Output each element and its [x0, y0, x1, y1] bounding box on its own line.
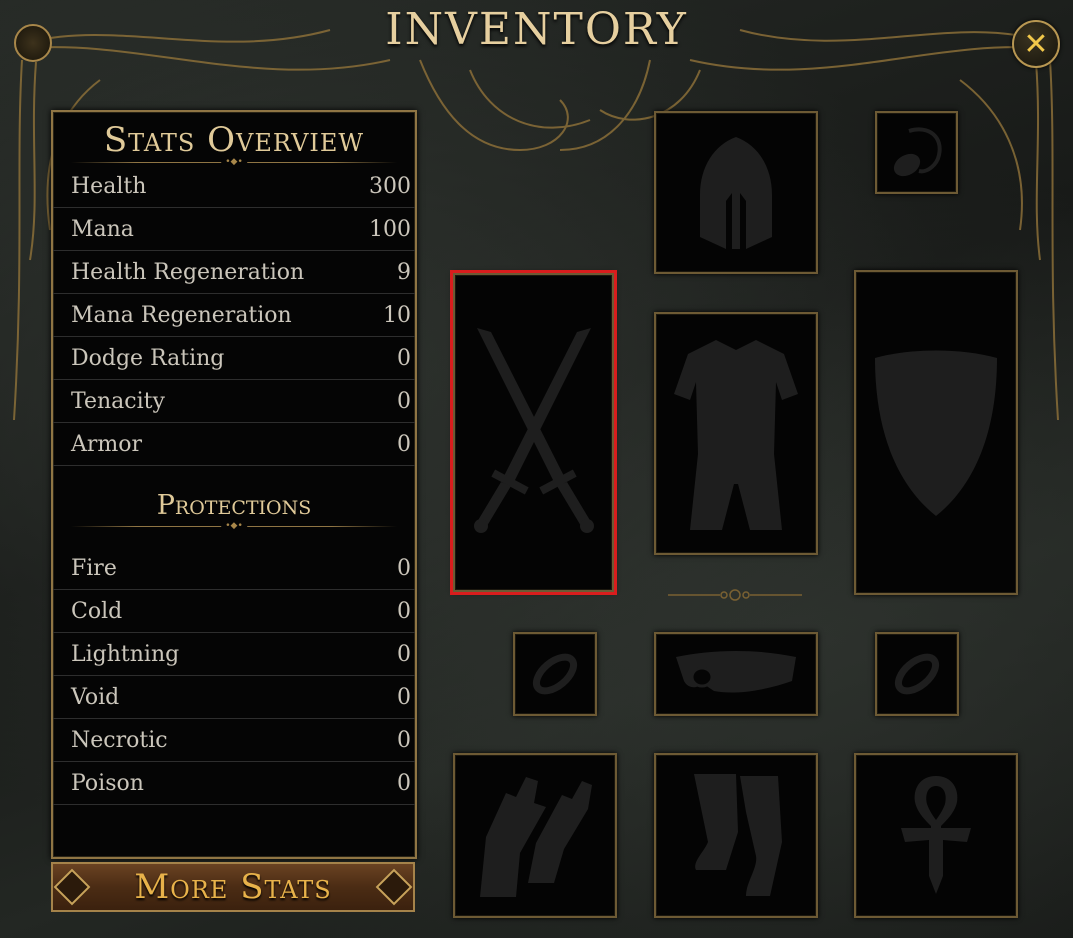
protections-heading: Protections: [156, 490, 312, 521]
shield-icon: [875, 350, 997, 516]
stat-label: Armor: [71, 431, 143, 457]
gloves-slot[interactable]: [453, 753, 617, 918]
protection-value: 0: [397, 684, 411, 710]
stat-row-dodge-rating: Dodge Rating 0: [53, 337, 415, 380]
protection-row-necrotic: Necrotic 0: [53, 719, 415, 762]
protections-divider: •◆•: [71, 521, 397, 531]
stat-value: 0: [397, 431, 411, 457]
protection-label: Cold: [71, 598, 123, 624]
ring-right-slot[interactable]: [875, 632, 959, 716]
stat-label: Dodge Rating: [71, 345, 225, 371]
divider-ornament-icon: [668, 589, 802, 601]
protection-row-cold: Cold 0: [53, 590, 415, 633]
protection-label: Void: [71, 684, 120, 710]
ring-icon: [532, 653, 578, 695]
belt-icon: [676, 651, 796, 693]
protection-value: 0: [397, 770, 411, 796]
ring-left-slot[interactable]: [513, 632, 597, 716]
gloves-icon: [480, 776, 592, 897]
stats-overview-panel: Stats Overview •◆• Health 300 Mana 100 H…: [51, 110, 417, 859]
protection-row-poison: Poison 0: [53, 762, 415, 805]
ankh-icon: [901, 775, 971, 894]
protection-row-void: Void 0: [53, 676, 415, 719]
protection-value: 0: [397, 641, 411, 667]
stat-label: Health: [71, 173, 147, 199]
stat-label: Tenacity: [71, 388, 165, 414]
stat-label: Health Regeneration: [71, 259, 305, 285]
offhand-slot[interactable]: [854, 270, 1018, 595]
more-stats-button[interactable]: More Stats: [51, 862, 415, 912]
protection-label: Necrotic: [71, 727, 168, 753]
window-title: INVENTORY: [385, 4, 688, 55]
stat-row-health-regeneration: Health Regeneration 9: [53, 251, 415, 294]
weapon-slot[interactable]: [453, 273, 614, 592]
protection-row-fire: Fire 0: [53, 547, 415, 590]
stat-row-tenacity: Tenacity 0: [53, 380, 415, 423]
protections-list: Fire 0 Cold 0 Lightning 0 Void 0 Necroti…: [53, 547, 415, 805]
close-button[interactable]: ✕: [1012, 20, 1060, 68]
stat-value: 0: [397, 345, 411, 371]
boots-icon: [694, 773, 782, 896]
protection-value: 0: [397, 555, 411, 581]
stat-row-mana: Mana 100: [53, 208, 415, 251]
stat-value: 100: [369, 216, 411, 242]
chest-armor-icon: [674, 339, 798, 530]
close-icon: ✕: [1023, 26, 1049, 62]
helmet-icon: [700, 136, 772, 249]
ring-icon: [894, 653, 940, 695]
protection-value: 0: [397, 598, 411, 624]
protection-row-lightning: Lightning 0: [53, 633, 415, 676]
protection-label: Poison: [71, 770, 144, 796]
chest-armor-slot[interactable]: [654, 312, 818, 555]
ornament-right-icon: [375, 868, 413, 906]
relic-slot[interactable]: [854, 753, 1018, 918]
stat-row-health: Health 300: [53, 165, 415, 208]
stat-row-armor: Armor 0: [53, 423, 415, 466]
more-stats-label: More Stats: [134, 867, 332, 907]
belt-slot[interactable]: [654, 632, 818, 716]
ornament-left-icon: [53, 868, 91, 906]
stats-list: Health 300 Mana 100 Health Regeneration …: [53, 165, 415, 466]
amulet-slot[interactable]: [875, 111, 958, 194]
stat-label: Mana: [71, 216, 134, 242]
heading-divider: •◆•: [71, 157, 397, 167]
stat-label: Mana Regeneration: [71, 302, 292, 328]
amulet-icon: [893, 127, 942, 176]
stat-value: 9: [397, 259, 411, 285]
protection-value: 0: [397, 727, 411, 753]
stats-overview-heading: Stats Overview: [103, 120, 365, 160]
protection-label: Lightning: [71, 641, 180, 667]
helmet-slot[interactable]: [654, 111, 818, 274]
crossed-swords-icon: [473, 327, 594, 533]
stat-value: 300: [369, 173, 411, 199]
stat-row-mana-regeneration: Mana Regeneration 10: [53, 294, 415, 337]
protection-label: Fire: [71, 555, 117, 581]
boots-slot[interactable]: [654, 753, 818, 918]
stat-value: 10: [383, 302, 411, 328]
stat-value: 0: [397, 388, 411, 414]
